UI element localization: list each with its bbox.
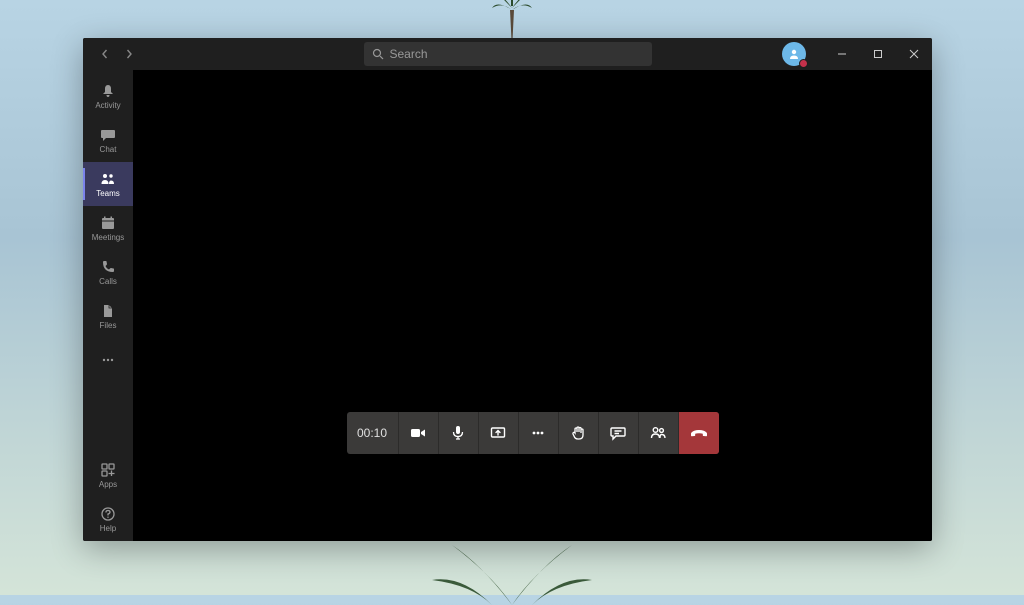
file-icon: [100, 303, 116, 319]
hang-up-button[interactable]: [679, 412, 719, 454]
status-badge-busy: [799, 59, 808, 68]
bell-icon: [100, 83, 116, 99]
apps-icon: [100, 462, 116, 478]
search-box[interactable]: [364, 42, 652, 66]
sidebar-item-help[interactable]: Help: [83, 497, 133, 541]
conversation-button[interactable]: [599, 412, 639, 454]
sidebar-item-activity[interactable]: Activity: [83, 74, 133, 118]
nav-back[interactable]: [97, 46, 113, 62]
teams-icon: [100, 171, 116, 187]
sidebar-item-label: Activity: [95, 101, 120, 110]
share-screen-button[interactable]: [479, 412, 519, 454]
sidebar-item-apps[interactable]: Apps: [83, 453, 133, 497]
calendar-icon: [100, 215, 116, 231]
raise-hand-button[interactable]: [559, 412, 599, 454]
participants-button[interactable]: [639, 412, 679, 454]
nav-forward[interactable]: [121, 46, 137, 62]
meeting-stage: 00:10: [133, 70, 932, 541]
call-toolbar: 00:10: [347, 412, 719, 454]
sidebar-item-chat[interactable]: Chat: [83, 118, 133, 162]
sidebar-item-meetings[interactable]: Meetings: [83, 206, 133, 250]
camera-toggle-button[interactable]: [399, 412, 439, 454]
profile-avatar[interactable]: [782, 42, 806, 66]
window-maximize[interactable]: [860, 39, 896, 69]
chat-icon: [100, 127, 116, 143]
sidebar-item-label: Help: [100, 524, 116, 533]
sidebar-item-teams[interactable]: Teams: [83, 162, 133, 206]
sidebar-item-label: Files: [100, 321, 117, 330]
window-minimize[interactable]: [824, 39, 860, 69]
help-icon: [100, 506, 116, 522]
sidebar-item-more[interactable]: [83, 338, 133, 382]
sidebar-item-calls[interactable]: Calls: [83, 250, 133, 294]
sidebar-item-files[interactable]: Files: [83, 294, 133, 338]
ellipsis-icon: [100, 352, 116, 368]
app-rail: Activity Chat Teams Meetings Calls Files: [83, 70, 133, 541]
sidebar-item-label: Meetings: [92, 233, 124, 242]
window-close[interactable]: [896, 39, 932, 69]
search-icon: [372, 48, 384, 60]
call-timer: 00:10: [347, 412, 399, 454]
sidebar-item-label: Teams: [96, 189, 120, 198]
mic-toggle-button[interactable]: [439, 412, 479, 454]
more-actions-button[interactable]: [519, 412, 559, 454]
teams-app-window: Activity Chat Teams Meetings Calls Files: [83, 38, 932, 541]
titlebar: [83, 38, 932, 70]
sidebar-item-label: Apps: [99, 480, 117, 489]
sidebar-item-label: Calls: [99, 277, 117, 286]
search-input[interactable]: [390, 47, 644, 61]
sidebar-item-label: Chat: [100, 145, 117, 154]
phone-icon: [100, 259, 116, 275]
